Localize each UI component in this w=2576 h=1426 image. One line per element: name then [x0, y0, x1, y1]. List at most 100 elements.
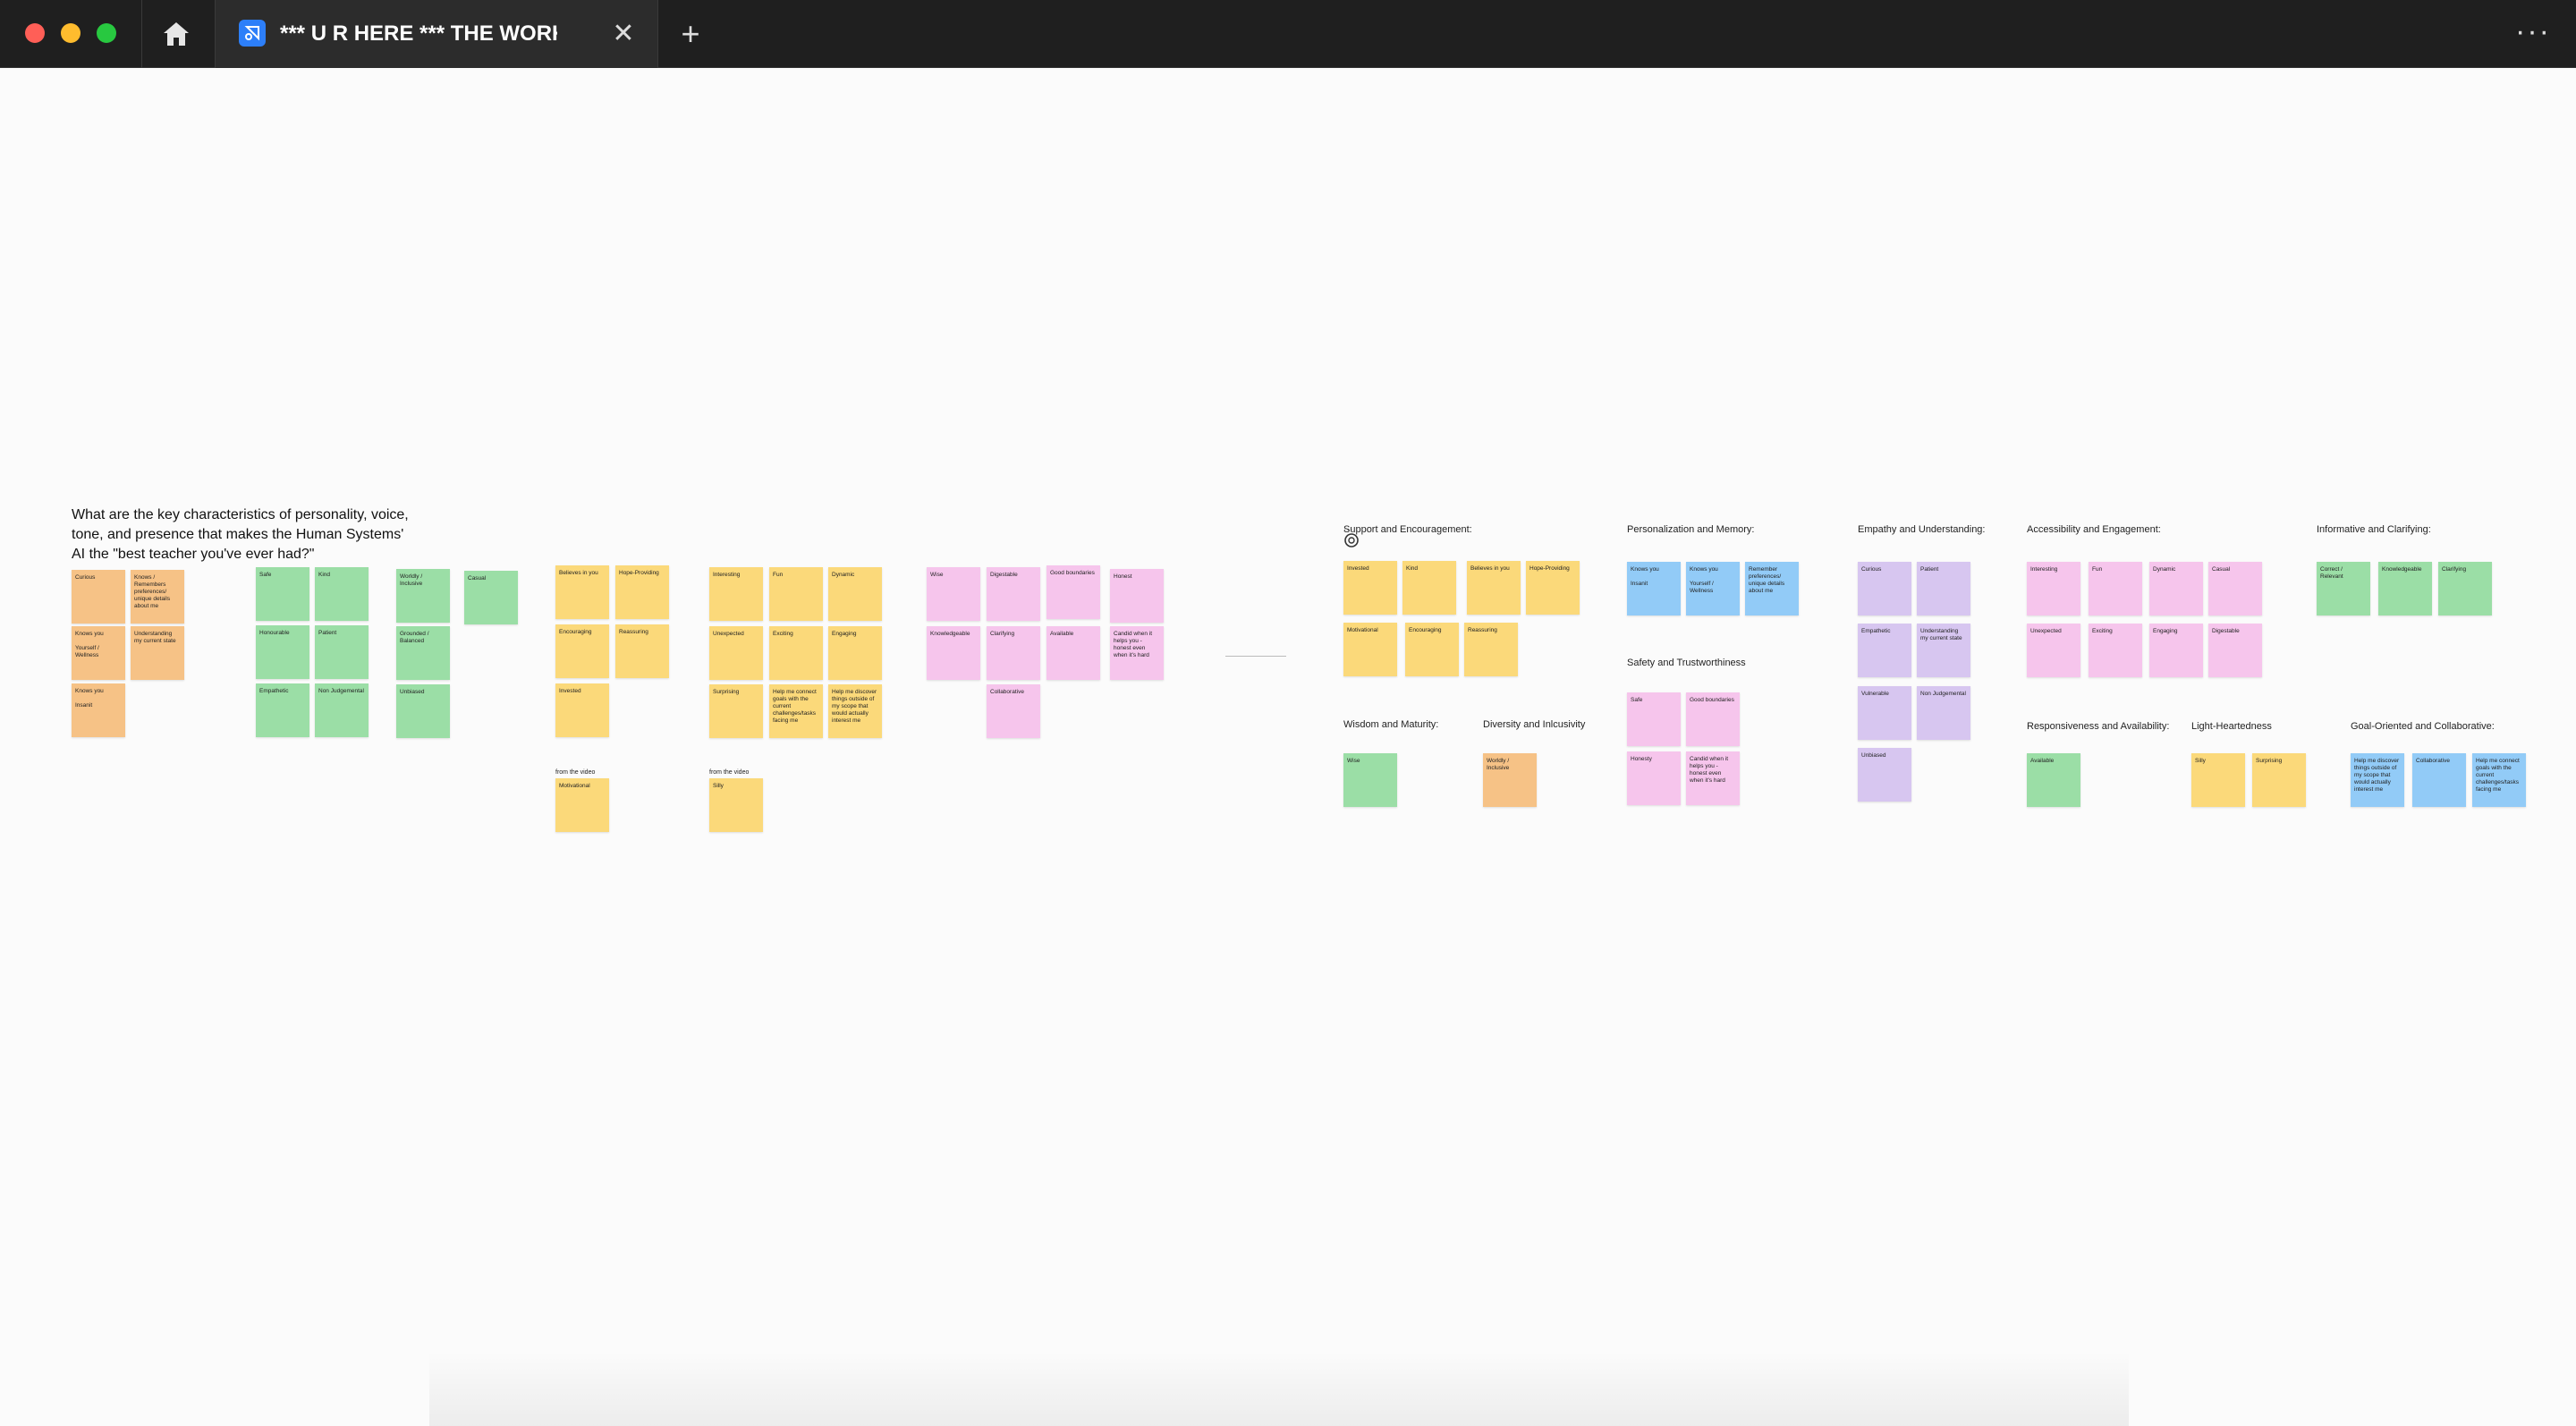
sticky-note-text: Exciting [2092, 628, 2113, 634]
close-window-button[interactable] [25, 23, 45, 43]
sticky-note[interactable]: Good boundaries [1046, 565, 1100, 619]
tab-active-document[interactable]: *** U R HERE *** THE WORK - Human System… [215, 0, 658, 68]
sticky-note[interactable]: Help me connect goals with the current c… [769, 684, 823, 738]
sticky-note[interactable]: Honourable [256, 625, 309, 679]
sticky-note[interactable]: Available [1046, 626, 1100, 680]
sticky-note[interactable]: Non Judgemental [1917, 686, 1970, 740]
sticky-note[interactable]: Invested [555, 683, 609, 737]
sticky-note[interactable]: Engaging [828, 626, 882, 680]
sticky-note[interactable]: Digestable [987, 567, 1040, 621]
sticky-note[interactable]: Motivational [555, 778, 609, 832]
sticky-note[interactable]: Reassuring [615, 624, 669, 678]
sticky-note[interactable]: Unexpected [709, 626, 763, 680]
sticky-note[interactable]: Knows you Insanit [72, 683, 125, 737]
sticky-note[interactable]: Dynamic [2149, 562, 2203, 615]
sticky-note[interactable]: Vulnerable [1858, 686, 1911, 740]
sticky-note[interactable]: Interesting [709, 567, 763, 621]
sticky-note[interactable]: Help me discover things outside of my sc… [828, 684, 882, 738]
sticky-note[interactable]: Knows you Insanit [1627, 562, 1681, 615]
sticky-note[interactable]: Knows you Yourself / Wellness [1686, 562, 1740, 615]
sticky-note-text: Curious [75, 574, 96, 581]
sticky-note[interactable]: Wise [927, 567, 980, 621]
sticky-note[interactable]: Honest [1110, 569, 1164, 623]
more-icon[interactable]: ··· [2513, 16, 2553, 50]
sticky-note[interactable]: Knows you Yourself / Wellness [72, 626, 125, 680]
sticky-note[interactable]: Fun [2089, 562, 2142, 615]
sticky-note-text: Believes in you [1470, 565, 1510, 572]
sticky-note[interactable]: Encouraging [555, 624, 609, 678]
sticky-note[interactable]: Non Judgemental [315, 683, 369, 737]
sticky-note[interactable]: Honesty [1627, 751, 1681, 805]
sticky-note[interactable]: Silly [2191, 753, 2245, 807]
sticky-note[interactable]: Collaborative [2412, 753, 2466, 807]
sticky-note[interactable]: Fun [769, 567, 823, 621]
sticky-note[interactable]: Clarifying [987, 626, 1040, 680]
sticky-note-text: Knows you Insanit [75, 688, 104, 709]
sticky-note[interactable]: Collaborative [987, 684, 1040, 738]
sticky-note[interactable]: Believes in you [555, 565, 609, 619]
sticky-note[interactable]: Interesting [2027, 562, 2080, 615]
maximize-window-button[interactable] [97, 23, 116, 43]
sticky-note[interactable]: Surprising [2252, 753, 2306, 807]
sticky-note[interactable]: Hope-Providing [1526, 561, 1580, 615]
sticky-note[interactable]: Help me connect goals with the current c… [2472, 753, 2526, 807]
sticky-note[interactable]: Reassuring [1464, 623, 1518, 676]
sticky-note[interactable]: Wise [1343, 753, 1397, 807]
home-icon[interactable] [161, 20, 191, 48]
sticky-note[interactable]: Clarifying [2438, 562, 2492, 615]
sticky-note[interactable]: Patient [315, 625, 369, 679]
sticky-note[interactable]: Kind [315, 567, 369, 621]
sticky-note[interactable]: Safe [256, 567, 309, 621]
sticky-note[interactable]: Kind [1402, 561, 1456, 615]
minimize-window-button[interactable] [61, 23, 80, 43]
sticky-note[interactable]: Unbiased [396, 684, 450, 738]
sticky-note[interactable]: Candid when it helps you - honest even w… [1686, 751, 1740, 805]
sticky-note[interactable]: Grounded / Balanced [396, 626, 450, 680]
sticky-note[interactable]: Available [2027, 753, 2080, 807]
sticky-note[interactable]: Correct / Relevant [2317, 562, 2370, 615]
sticky-note[interactable]: Help me discover things outside of my sc… [2351, 753, 2404, 807]
sticky-note[interactable]: Surprising [709, 684, 763, 738]
sticky-note-text: Surprising [2256, 758, 2283, 764]
close-icon[interactable]: ✕ [611, 21, 636, 47]
sticky-note[interactable]: Hope-Providing [615, 565, 669, 619]
sticky-note[interactable]: Invested [1343, 561, 1397, 615]
sticky-note[interactable]: Knows / Remembers preferences/ unique de… [131, 570, 184, 624]
sticky-note[interactable]: Dynamic [828, 567, 882, 621]
sticky-note[interactable]: Knowledgeable [927, 626, 980, 680]
sticky-note-text: Empathetic [1861, 628, 1891, 634]
sticky-note[interactable]: Understanding my current state [1917, 624, 1970, 677]
sticky-note[interactable]: Motivational [1343, 623, 1397, 676]
sticky-note[interactable]: Good boundaries [1686, 692, 1740, 746]
sticky-note[interactable]: Curious [72, 570, 125, 624]
sticky-note[interactable]: Understanding my current state [131, 626, 184, 680]
whiteboard-canvas[interactable]: What are the key characteristics of pers… [0, 69, 2576, 1426]
sticky-note[interactable]: Exciting [2089, 624, 2142, 677]
connector-line[interactable] [1225, 656, 1286, 657]
sticky-note-text: Help me discover things outside of my sc… [2354, 758, 2400, 793]
sticky-note[interactable]: Unbiased [1858, 748, 1911, 802]
sticky-note[interactable]: Patient [1917, 562, 1970, 615]
sticky-note[interactable]: Safe [1627, 692, 1681, 746]
sticky-note[interactable]: Casual [464, 571, 518, 624]
sticky-note[interactable]: Casual [2208, 562, 2262, 615]
sticky-note[interactable]: Encouraging [1405, 623, 1459, 676]
plus-icon[interactable]: + [676, 18, 705, 50]
sticky-note[interactable]: Candid when it helps you - honest even w… [1110, 626, 1164, 680]
sticky-note[interactable]: Silly [709, 778, 763, 832]
sticky-note-text: Silly [713, 783, 724, 789]
sticky-note-text: Non Judgemental [1920, 691, 1966, 697]
sticky-note[interactable]: Engaging [2149, 624, 2203, 677]
sticky-note[interactable]: Worldly / Inclusive [1483, 753, 1537, 807]
sticky-note[interactable]: Empathetic [256, 683, 309, 737]
sticky-note-text: Knowledgeable [930, 631, 970, 637]
sticky-note[interactable]: Believes in you [1467, 561, 1521, 615]
sticky-note[interactable]: Curious [1858, 562, 1911, 615]
sticky-note[interactable]: Digestable [2208, 624, 2262, 677]
sticky-note[interactable]: Exciting [769, 626, 823, 680]
sticky-note[interactable]: Empathetic [1858, 624, 1911, 677]
sticky-note[interactable]: Unexpected [2027, 624, 2080, 677]
sticky-note[interactable]: Remember preferences/ unique details abo… [1745, 562, 1799, 615]
sticky-note[interactable]: Worldly / Inclusive [396, 569, 450, 623]
sticky-note[interactable]: Knowledgeable [2378, 562, 2432, 615]
